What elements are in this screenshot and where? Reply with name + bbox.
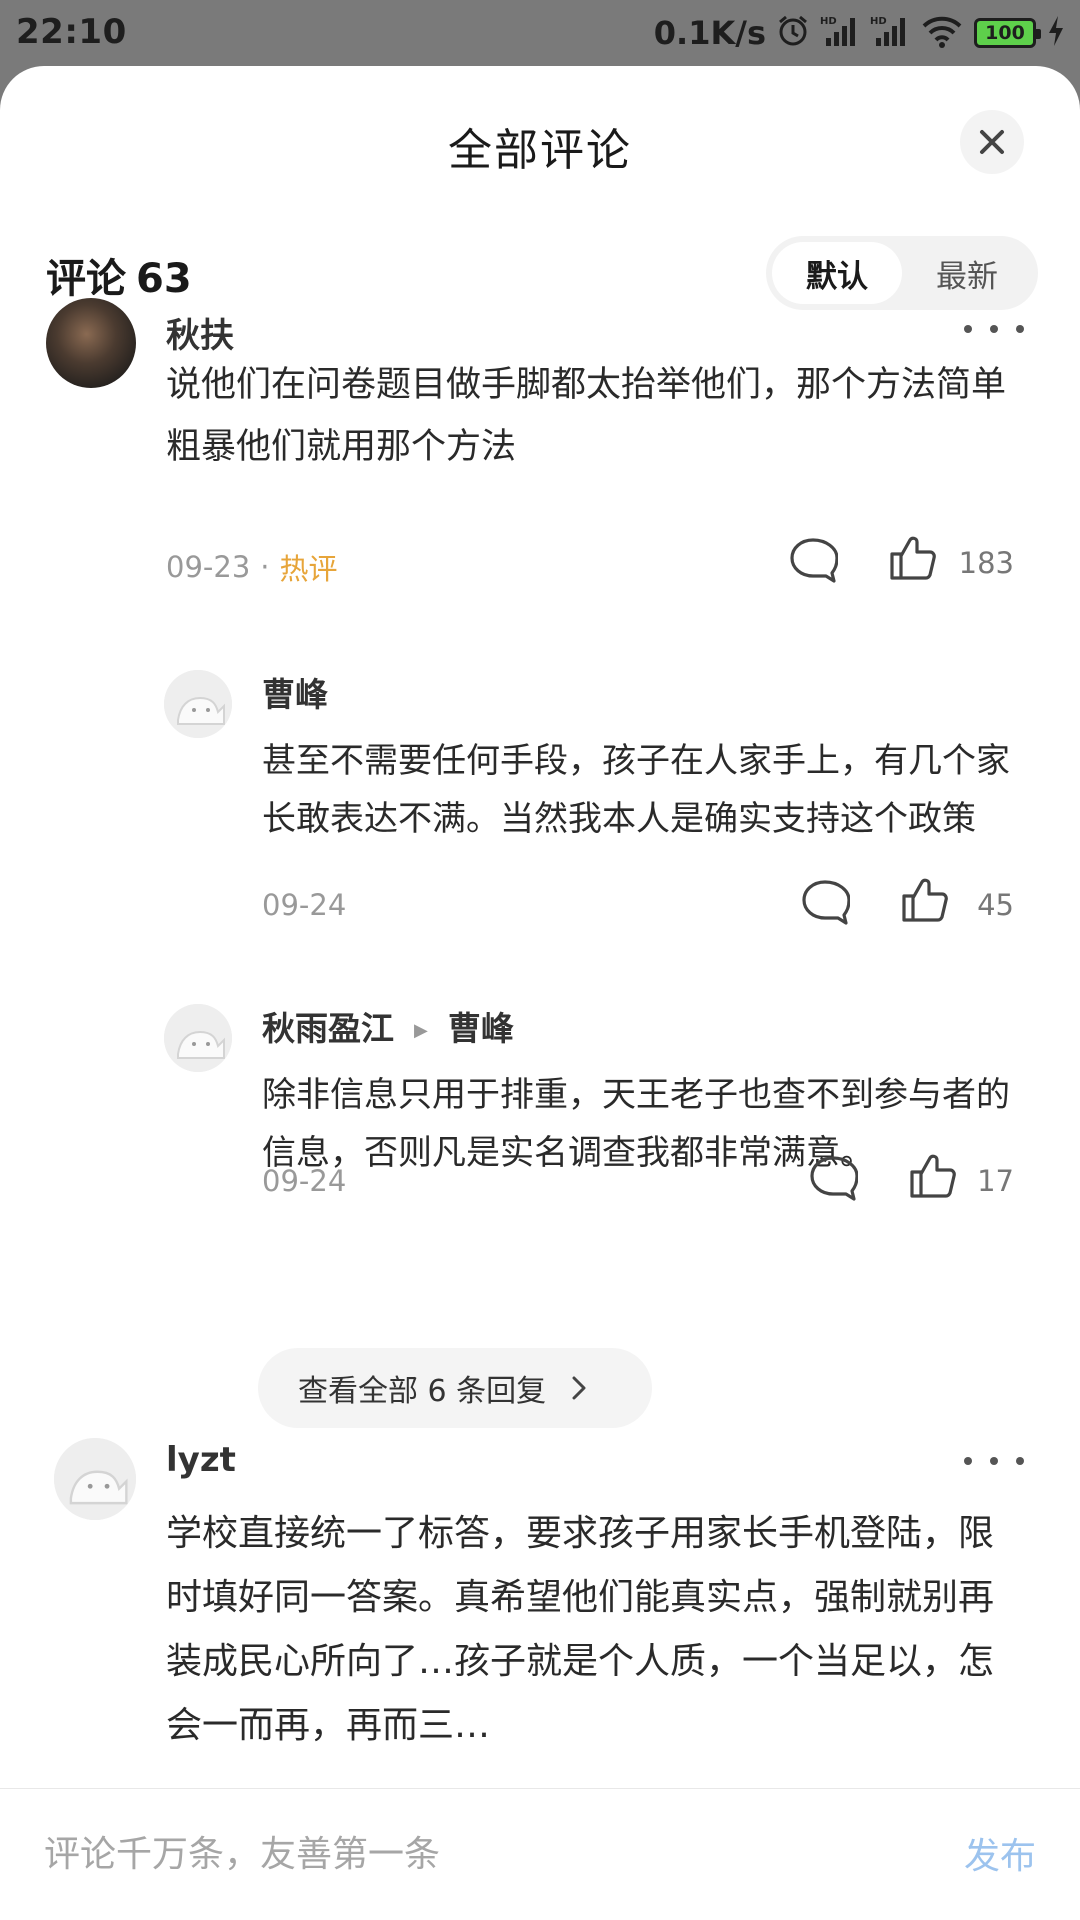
comment-meta: 09-23 · 热评 [166, 546, 338, 588]
svg-text:HD: HD [870, 16, 887, 27]
reply-date: 09-24 [262, 1164, 347, 1198]
chevron-right-icon [572, 1376, 586, 1400]
reply-author[interactable]: 曹峰 [262, 668, 328, 716]
sort-default-tab[interactable]: 默认 [772, 242, 902, 304]
alarm-icon [776, 14, 810, 52]
reply-icon[interactable] [800, 878, 850, 926]
reply-author[interactable]: 秋雨盈江 [262, 1009, 394, 1048]
svg-text:HD: HD [820, 16, 837, 27]
signal-hd-icon: HD [820, 14, 860, 52]
battery-icon: 100 [974, 18, 1041, 48]
status-time: 22:10 [16, 12, 127, 52]
charging-icon [1046, 14, 1066, 52]
close-button[interactable] [960, 110, 1024, 174]
close-icon [980, 130, 1004, 154]
like-count: 17 [977, 1164, 1014, 1198]
comments-count-header: 评论 63 [46, 246, 202, 304]
avatar[interactable] [46, 298, 136, 388]
avatar[interactable] [164, 1004, 232, 1072]
more-options-button[interactable] [964, 1446, 1024, 1476]
reply-icon[interactable] [788, 536, 838, 584]
like-icon[interactable] [900, 876, 950, 924]
sort-latest-tab[interactable]: 最新 [902, 242, 1032, 304]
reply-text: 除非信息只用于排重，天王老子也查不到参与者的信息，否则凡是实名调查我都非常满意。 [262, 1075, 1010, 1173]
like-icon[interactable] [908, 1152, 958, 1200]
comment-author[interactable]: 秋扶 [166, 308, 234, 357]
status-icons: 0.1K/s HD HD 100 [654, 10, 1066, 56]
comments-count: 63 [136, 256, 192, 302]
reply-author-line: 秋雨盈江 ▶ 曹峰 [262, 1002, 514, 1050]
comment-input[interactable] [44, 1819, 904, 1889]
view-all-replies-label: 查看全部 6 条回复 [298, 1374, 547, 1409]
like-icon[interactable] [888, 534, 938, 582]
publish-button[interactable]: 发布 [964, 1827, 1036, 1879]
comment-text: 学校直接统一了标答，要求孩子用家长手机登陆，限时填好同一答案。真希望他们能真实点… [166, 1513, 995, 1746]
reply-text: 甚至不需要任何手段，孩子在人家手上，有几个家长敢表达不满。当然我本人是确实支持这… [262, 741, 1010, 839]
hot-comment-badge: 热评 [279, 552, 338, 586]
separator-dot: · [260, 550, 270, 584]
network-speed: 0.1K/s [653, 14, 766, 52]
comment-text: 说他们在问卷题目做手脚都太抬举他们，那个方法简单粗暴他们就用那个方法 [166, 365, 1007, 467]
sheet-title: 全部评论 [448, 125, 632, 176]
reply-arrow-icon: ▶ [414, 1020, 428, 1041]
comment-author[interactable]: lyzt [166, 1440, 236, 1480]
avatar[interactable] [164, 670, 232, 738]
wifi-icon [920, 14, 964, 52]
comment-date: 09-23 [166, 550, 251, 584]
view-all-replies-button[interactable]: 查看全部 6 条回复 [258, 1348, 652, 1428]
reply-to-author[interactable]: 曹峰 [448, 1009, 514, 1048]
reply-date: 09-24 [262, 888, 347, 922]
like-count: 183 [958, 546, 1014, 580]
sort-toggle: 默认 最新 [766, 236, 1038, 310]
battery-level: 100 [985, 22, 1025, 44]
comments-label: 评论 [46, 256, 126, 302]
avatar[interactable] [54, 1438, 136, 1520]
signal-hd-icon: HD [870, 14, 910, 52]
like-count: 45 [977, 888, 1014, 922]
comment-input-bar: 发布 [0, 1788, 1080, 1920]
reply-meta: 09-24 [262, 888, 346, 922]
comments-sheet: 全部评论 评论 63 默认 最新 秋扶 说他们在问卷题目做手脚都太抬举他们，那个方… [0, 66, 1080, 1920]
more-options-button[interactable] [964, 314, 1024, 344]
status-bar: 22:10 0.1K/s HD HD 100 [0, 0, 1080, 66]
reply-meta: 09-24 [262, 1164, 346, 1198]
reply-icon[interactable] [808, 1154, 858, 1202]
